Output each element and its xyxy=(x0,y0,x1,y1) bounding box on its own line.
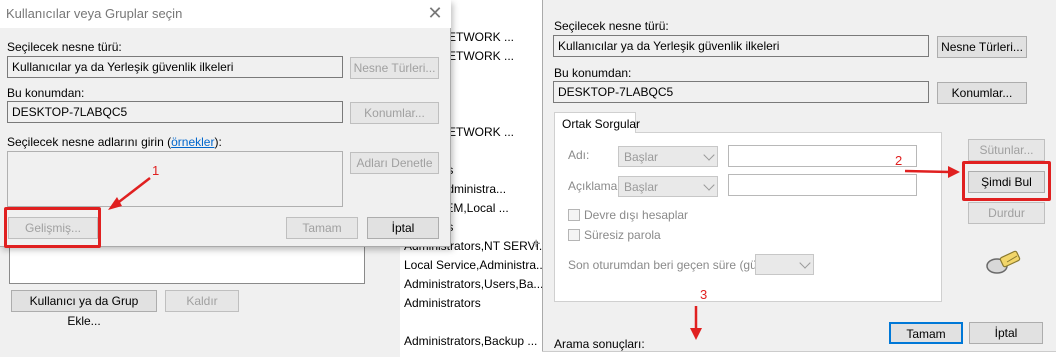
arrowhead-2 xyxy=(948,166,960,178)
arrowhead-3 xyxy=(690,328,702,340)
arrow-2 xyxy=(904,169,951,174)
arrowhead-1 xyxy=(108,197,122,210)
arrow-1 xyxy=(114,177,151,206)
annotation-arrows xyxy=(108,166,960,340)
